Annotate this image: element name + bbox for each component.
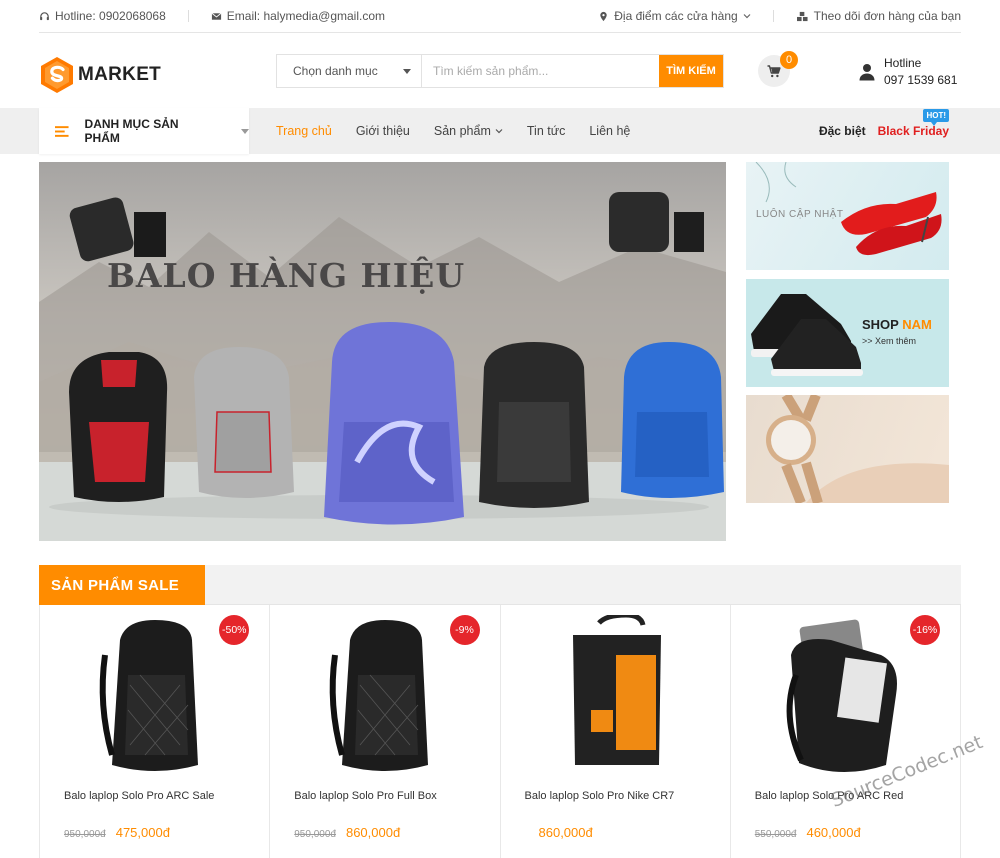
topbar-email-text: Email: halymedia@gmail.com: [226, 9, 385, 23]
product-image: [786, 619, 897, 773]
topbar-track-order-link[interactable]: Theo dõi đơn hàng của bạn: [796, 9, 961, 23]
site-logo[interactable]: MARKET: [39, 56, 161, 94]
product-name[interactable]: Balo laplop Solo Pro Full Box: [294, 790, 436, 802]
topbar-stores-text: Địa điểm các cửa hàng: [614, 9, 738, 23]
product-card[interactable]: -9% Balo laplop Solo Pro Full Box 950,00…: [270, 605, 501, 858]
shopping-cart-icon: [767, 64, 781, 77]
hero-banner[interactable]: BALO HÀNG HIỆU: [39, 162, 726, 541]
special-links: Đặc biệt Black Friday HOT!: [819, 108, 949, 154]
product-name[interactable]: Balo laplop Solo Pro ARC Sale: [64, 790, 214, 802]
sneakers-image: [751, 294, 863, 376]
side-banner-men-title: SHOP NAM: [862, 317, 932, 332]
map-marker-icon: [600, 11, 607, 21]
category-select[interactable]: Chọn danh mục: [277, 55, 422, 87]
nav-link-about[interactable]: Giới thiệu: [356, 124, 410, 138]
search-button[interactable]: TÌM KIẾM: [659, 55, 723, 87]
category-menu-label: DANH MỤC SẢN PHẨM: [84, 117, 179, 145]
main-nav: DANH MỤC SẢN PHẨM Trang chủ Giới thiệu S…: [0, 108, 1000, 154]
search-bar: Chọn danh mục TÌM KIẾM: [276, 54, 724, 88]
product-price: 860,000đ: [345, 825, 401, 840]
product-card[interactable]: Balo laplop Solo Pro Nike CR7 860,000đ: [501, 605, 731, 858]
side-banner-shoes[interactable]: LUÔN CẬP NHẬT: [746, 162, 949, 270]
product-price: 460,000đ: [806, 825, 861, 840]
nav-link-products-label: Sản phẩm: [433, 124, 491, 138]
special-label[interactable]: Đặc biệt: [819, 124, 866, 138]
nam-word: NAM: [902, 317, 932, 332]
category-menu-toggle[interactable]: DANH MỤC SẢN PHẨM: [39, 108, 249, 154]
product-card[interactable]: -50% Balo laplop Solo Pro ARC Sale 950,0…: [40, 605, 271, 858]
shop-word: SHOP: [862, 317, 899, 332]
product-price: 860,000đ: [538, 825, 593, 840]
headset-icon: [40, 11, 49, 20]
chevron-down-icon: [495, 129, 503, 134]
topbar-hotline-text: Hotline: 0902068068: [55, 9, 166, 23]
caret-down-icon: [241, 128, 249, 134]
hotline-label: Hotline: [884, 56, 922, 70]
sale-section-title: SẢN PHẨM SALE: [39, 565, 205, 605]
header-hotline[interactable]: Hotline 097 1539 681: [859, 55, 957, 89]
product-old-price: 950,000đ: [294, 829, 336, 840]
product-prices: 550,000đ 460,000đ: [755, 825, 861, 840]
header: MARKET Chọn danh mục TÌM KIẾM 0 Hotline …: [39, 33, 961, 108]
hamburger-menu-icon: [55, 125, 69, 137]
product-image: [99, 620, 198, 771]
product-image: [329, 620, 429, 771]
product-old-price: 950,000đ: [64, 829, 106, 840]
cart-button[interactable]: 0: [758, 51, 798, 87]
divider: [772, 10, 774, 22]
product-image: [572, 615, 661, 765]
category-select-label: Chọn danh mục: [293, 64, 378, 78]
backpacks-image: [69, 192, 724, 525]
nav-link-contact[interactable]: Liên hệ: [589, 124, 630, 138]
topbar-stores-link[interactable]: Địa điểm các cửa hàng: [598, 9, 751, 23]
product-name[interactable]: Balo laplop Solo Pro Nike CR7: [525, 790, 675, 802]
hotline-number: 097 1539 681: [884, 73, 958, 87]
top-bar: Hotline: 0902068068 Email: halymedia@gma…: [39, 0, 961, 33]
banner-title: BALO HÀNG HIỆU: [107, 256, 466, 295]
side-banner-watch[interactable]: [746, 395, 949, 503]
hot-badge: HOT!: [923, 109, 949, 126]
nav-links: Trang chủ Giới thiệu Sản phẩm Tin tức Li…: [276, 108, 630, 154]
product-prices: 860,000đ: [525, 825, 593, 840]
nav-link-news[interactable]: Tin tức: [527, 124, 565, 138]
sale-section-header: SẢN PHẨM SALE: [39, 565, 961, 605]
user-icon: [859, 64, 875, 81]
search-input[interactable]: [422, 55, 659, 87]
cubes-icon: [796, 11, 808, 21]
topbar-track-order-text: Theo dõi đơn hàng của bạn: [813, 9, 961, 23]
discount-badge: -9%: [449, 615, 480, 645]
discount-badge: -50%: [219, 615, 250, 645]
side-banner-men-shop[interactable]: SHOP NAM >> Xem thêm: [746, 279, 949, 387]
chevron-down-icon: [743, 14, 751, 19]
logo-s-hexagon-icon: [41, 57, 73, 93]
product-price: 475,000đ: [115, 825, 170, 840]
caret-down-icon: [403, 68, 411, 74]
nav-link-products[interactable]: Sản phẩm: [434, 124, 503, 138]
black-friday-label: Black Friday: [877, 124, 949, 138]
discount-badge: -16%: [910, 615, 940, 645]
topbar-email[interactable]: Email: halymedia@gmail.com: [211, 9, 385, 23]
nav-link-home[interactable]: Trang chủ: [276, 124, 332, 138]
side-banner-men-more-link[interactable]: >> Xem thêm: [862, 336, 916, 346]
topbar-hotline[interactable]: Hotline: 0902068068: [39, 9, 166, 23]
side-banner-shoes-text: LUÔN CẬP NHẬT: [756, 209, 844, 220]
logo-text: MARKET: [78, 64, 162, 85]
envelope-icon: [211, 12, 222, 20]
product-old-price: 550,000đ: [754, 829, 797, 840]
product-prices: 950,000đ 860,000đ: [294, 825, 400, 840]
sale-products-list: -50% Balo laplop Solo Pro ARC Sale 950,0…: [39, 605, 961, 858]
cart-count-badge: 0: [780, 51, 798, 69]
divider: [187, 10, 189, 22]
product-card[interactable]: -16% Balo laplop Solo Pro ARC Red 550,00…: [731, 605, 961, 858]
black-friday-link[interactable]: Black Friday HOT!: [877, 109, 949, 138]
watch-image: [766, 395, 949, 503]
product-prices: 950,000đ 475,000đ: [64, 825, 170, 840]
